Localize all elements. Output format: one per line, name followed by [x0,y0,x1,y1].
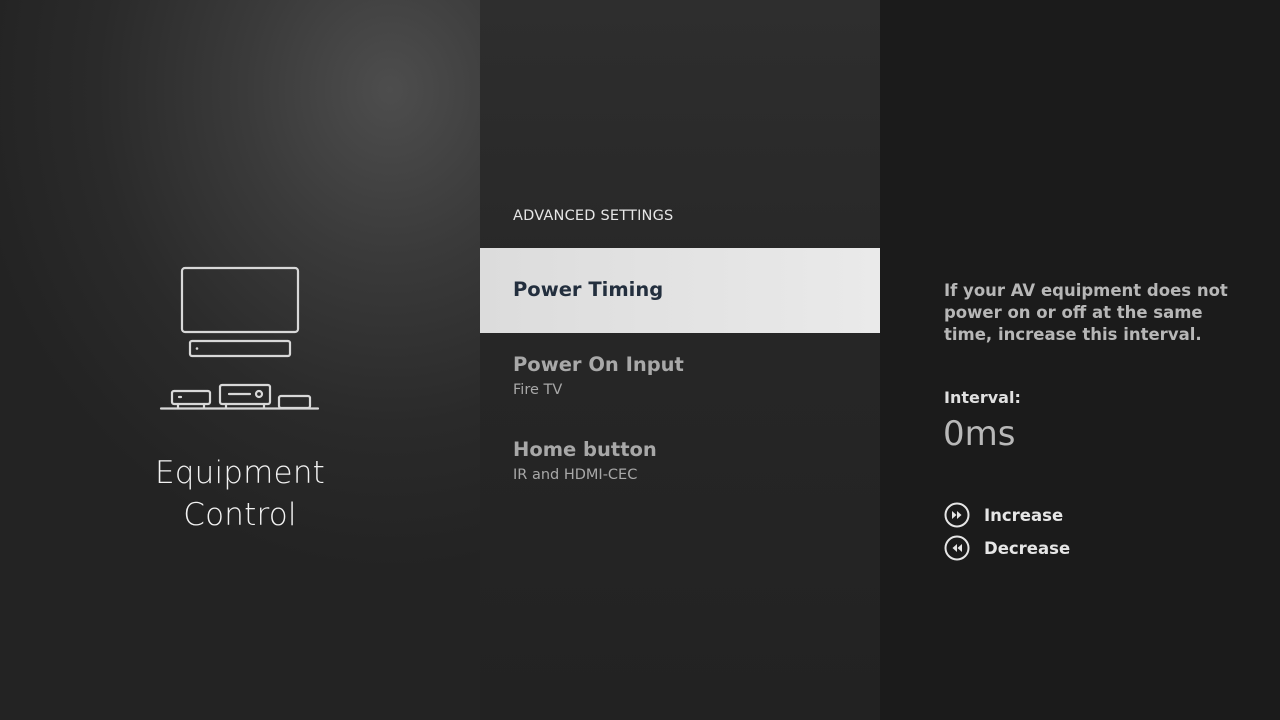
increase-control[interactable]: Increase [944,501,1063,529]
settings-menu: ADVANCED SETTINGS Power Timing Power On … [480,0,880,720]
menu-item-label: Power Timing [513,278,664,301]
interval-label: Interval: [944,388,1021,407]
decrease-label: Decrease [984,538,1071,558]
menu-item-label: Home button [513,438,657,461]
decrease-control[interactable]: Decrease [944,534,1070,562]
left-panel: Equipment Control [0,0,480,720]
page-title: Equipment Control [90,452,390,536]
menu-item-value: IR and HDMI-CEC [513,467,638,483]
page-title-line2: Control [183,497,297,533]
equipment-control-screen: Equipment Control ADVANCED SETTINGS Powe… [0,0,1280,720]
page-title-line1: Equipment [154,455,326,491]
av-equipment-icon [159,266,320,410]
increase-label: Increase [984,505,1064,525]
menu-item-home-button[interactable]: Home button IR and HDMI-CEC [480,438,880,485]
menu-item-value: Fire TV [513,382,563,398]
setting-description: If your AV equipment does not power on o… [944,281,1228,344]
menu-item-power-timing[interactable]: Power Timing [480,248,880,333]
menu-item-label: Power On Input [513,353,684,376]
rewind-icon [944,535,970,561]
menu-header: ADVANCED SETTINGS [513,208,674,224]
menu-item-power-on-input[interactable]: Power On Input Fire TV [480,353,880,400]
detail-panel: If your AV equipment does not power on o… [880,0,1280,720]
interval-value: 0ms [943,414,1016,454]
fast-forward-icon [944,502,970,528]
